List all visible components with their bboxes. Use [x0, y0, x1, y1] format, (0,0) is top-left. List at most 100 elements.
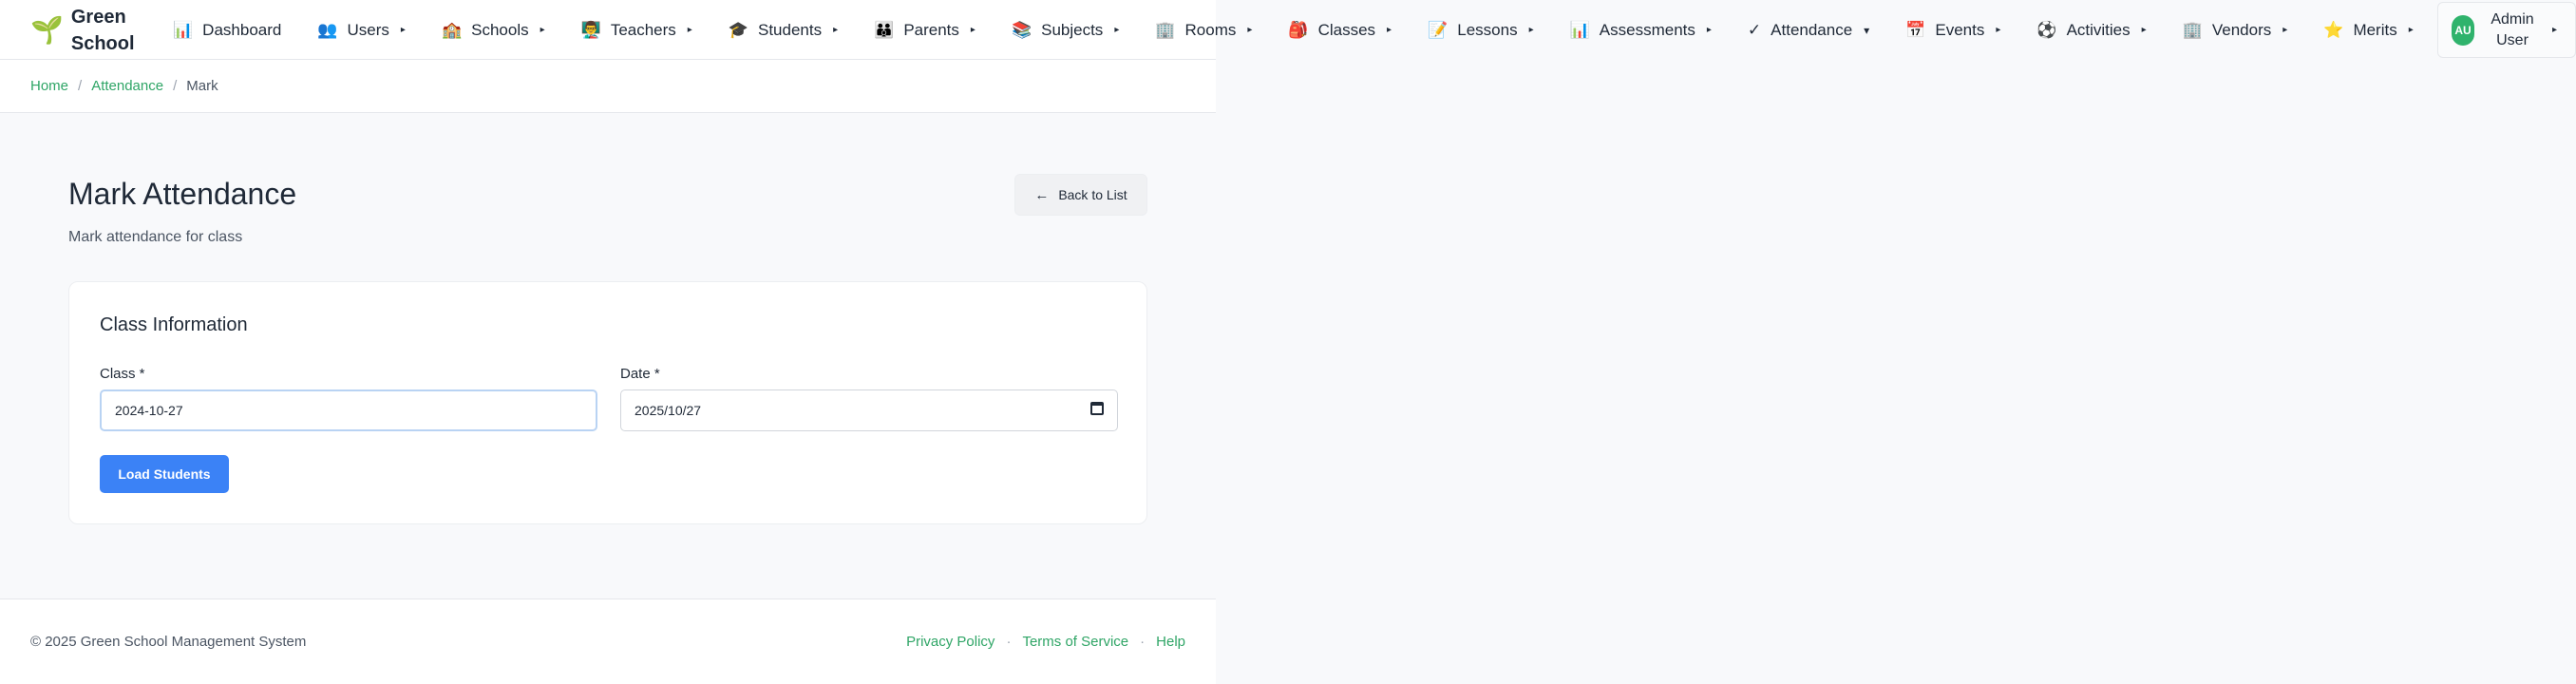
date-input[interactable]: 2025/10/27 — [620, 390, 1118, 431]
user-menu[interactable]: AU Admin User ▸ — [2437, 2, 2576, 58]
nav-item-label: Events — [1935, 20, 1985, 39]
nav-item-schools[interactable]: 🏫 Schools ▸ — [442, 11, 545, 49]
nav-item-assessments[interactable]: 📊 Assessments ▸ — [1570, 11, 1712, 49]
caret-right-icon: ▸ — [2141, 25, 2147, 35]
class-input-value: 2024-10-27 — [115, 403, 183, 418]
breadcrumb: Home / Attendance / Mark — [0, 60, 1216, 113]
footer-separator: · — [1140, 634, 1146, 650]
caret-right-icon: ▸ — [1114, 25, 1120, 35]
card-title: Class Information — [100, 314, 248, 335]
nav-item-label: Assessments — [1599, 20, 1695, 39]
page-subtitle: Mark attendance for class — [68, 229, 243, 245]
nav-item-rooms[interactable]: 🏢 Rooms ▸ — [1155, 11, 1252, 49]
avatar: AU — [2452, 14, 2474, 46]
star-icon: ⭐ — [2323, 20, 2344, 39]
caret-right-icon: ▸ — [2408, 25, 2414, 35]
nav-item-label: Students — [758, 20, 823, 39]
brand[interactable]: 🌱 Green School — [30, 0, 147, 60]
chart-icon: 📊 — [173, 20, 194, 39]
calendar-icon: 📅 — [1905, 20, 1926, 39]
nav-item-label: Merits — [2353, 20, 2397, 39]
brand-name: Green School — [70, 6, 135, 54]
caret-right-icon: ▸ — [1528, 25, 1534, 35]
books-icon: 📚 — [1011, 20, 1032, 39]
family-icon: 👪 — [874, 20, 895, 39]
nav-item-dashboard[interactable]: 📊 Dashboard — [173, 11, 281, 49]
building-icon: 🏢 — [2182, 20, 2203, 39]
copyright-text: © 2025 Green School Management System — [30, 634, 307, 650]
caret-right-icon: ▸ — [687, 25, 692, 35]
nav-item-label: Classes — [1317, 20, 1376, 39]
teacher-icon: 👨‍🏫 — [580, 20, 601, 39]
class-information-card: Class Information Class * 2024-10-27 Dat… — [68, 281, 1147, 524]
nav-item-lessons[interactable]: 📝 Lessons ▸ — [1428, 11, 1534, 49]
back-to-list-label: Back to List — [1058, 187, 1127, 202]
caret-right-icon: ▸ — [2552, 25, 2558, 35]
arrow-left-icon: ← — [1034, 186, 1050, 203]
school-icon: 🏫 — [441, 20, 463, 39]
date-field-label: Date * — [620, 366, 660, 382]
footer: © 2025 Green School Management System Pr… — [0, 598, 1216, 684]
breadcrumb-attendance[interactable]: Attendance — [91, 78, 163, 94]
class-input[interactable]: 2024-10-27 — [100, 390, 597, 431]
breadcrumb-home[interactable]: Home — [30, 78, 68, 94]
nav-item-label: Dashboard — [202, 20, 282, 39]
breadcrumb-current: Mark — [186, 78, 218, 94]
caret-right-icon: ▸ — [1706, 25, 1712, 35]
nav-item-classes[interactable]: 🎒 Classes ▸ — [1288, 11, 1392, 49]
nav-item-label: Schools — [471, 20, 529, 39]
caret-right-icon: ▸ — [1996, 25, 2001, 35]
nav-item-label: Attendance — [1771, 20, 1853, 39]
users-icon: 👥 — [317, 20, 338, 39]
backpack-icon: 🎒 — [1288, 20, 1309, 39]
soccer-ball-icon: ⚽ — [2036, 20, 2057, 39]
nav-item-label: Users — [347, 20, 389, 39]
nav-item-teachers[interactable]: 👨‍🏫 Teachers ▸ — [581, 11, 692, 49]
caret-down-icon: ▾ — [1864, 23, 1870, 37]
nav-item-label: Activities — [2066, 20, 2131, 39]
building-icon: 🏢 — [1155, 20, 1176, 39]
nav-item-students[interactable]: 🎓 Students ▸ — [729, 11, 838, 49]
breadcrumb-separator: / — [78, 78, 83, 94]
caret-right-icon: ▸ — [2282, 25, 2288, 35]
load-students-button[interactable]: Load Students — [100, 455, 229, 493]
nav-item-label: Vendors — [2211, 20, 2272, 39]
chart-icon: 📊 — [1569, 20, 1590, 39]
nav-item-users[interactable]: 👥 Users ▸ — [317, 11, 406, 49]
caret-right-icon: ▸ — [1387, 25, 1392, 35]
breadcrumb-separator: / — [173, 78, 178, 94]
memo-icon: 📝 — [1428, 20, 1449, 39]
nav-item-events[interactable]: 📅 Events ▸ — [1905, 11, 2000, 49]
checkmark-icon: ✓ — [1747, 20, 1762, 39]
nav-item-label: Parents — [903, 20, 959, 39]
caret-right-icon: ▸ — [400, 25, 406, 35]
nav-item-activities[interactable]: ⚽ Activities ▸ — [2036, 11, 2146, 49]
nav-item-merits[interactable]: ⭐ Merits ▸ — [2323, 11, 2413, 49]
graduation-cap-icon: 🎓 — [728, 20, 748, 39]
footer-separator: · — [1006, 634, 1012, 650]
nav-item-label: Teachers — [610, 20, 676, 39]
privacy-policy-link[interactable]: Privacy Policy — [906, 634, 994, 650]
terms-of-service-link[interactable]: Terms of Service — [1022, 634, 1128, 650]
caret-right-icon: ▸ — [970, 25, 975, 35]
footer-links: Privacy Policy · Terms of Service · Help — [906, 634, 1185, 650]
user-name: Admin User — [2491, 10, 2534, 48]
page-title: Mark Attendance — [68, 177, 297, 211]
nav-menu: 📊 Dashboard 👥 Users ▸ 🏫 Schools ▸ 👨‍🏫 Te… — [173, 0, 2414, 60]
nav-item-vendors[interactable]: 🏢 Vendors ▸ — [2183, 11, 2288, 49]
nav-item-label: Rooms — [1184, 20, 1237, 39]
nav-item-label: Subjects — [1041, 20, 1104, 39]
calendar-picker-icon[interactable] — [1090, 402, 1104, 415]
date-input-value: 2025/10/27 — [635, 403, 702, 418]
help-link[interactable]: Help — [1156, 634, 1185, 650]
nav-item-subjects[interactable]: 📚 Subjects ▸ — [1012, 11, 1119, 49]
nav-item-attendance[interactable]: ✓ Attendance ▾ — [1748, 11, 1869, 49]
back-to-list-button[interactable]: ← Back to List — [1014, 174, 1147, 216]
class-field-label: Class * — [100, 366, 145, 382]
nav-item-parents[interactable]: 👪 Parents ▸ — [874, 11, 975, 49]
nav-item-label: Lessons — [1457, 20, 1518, 39]
sprout-logo-icon: 🌱 — [30, 14, 64, 45]
caret-right-icon: ▸ — [833, 25, 839, 35]
caret-right-icon: ▸ — [540, 25, 545, 35]
caret-right-icon: ▸ — [1247, 25, 1253, 35]
